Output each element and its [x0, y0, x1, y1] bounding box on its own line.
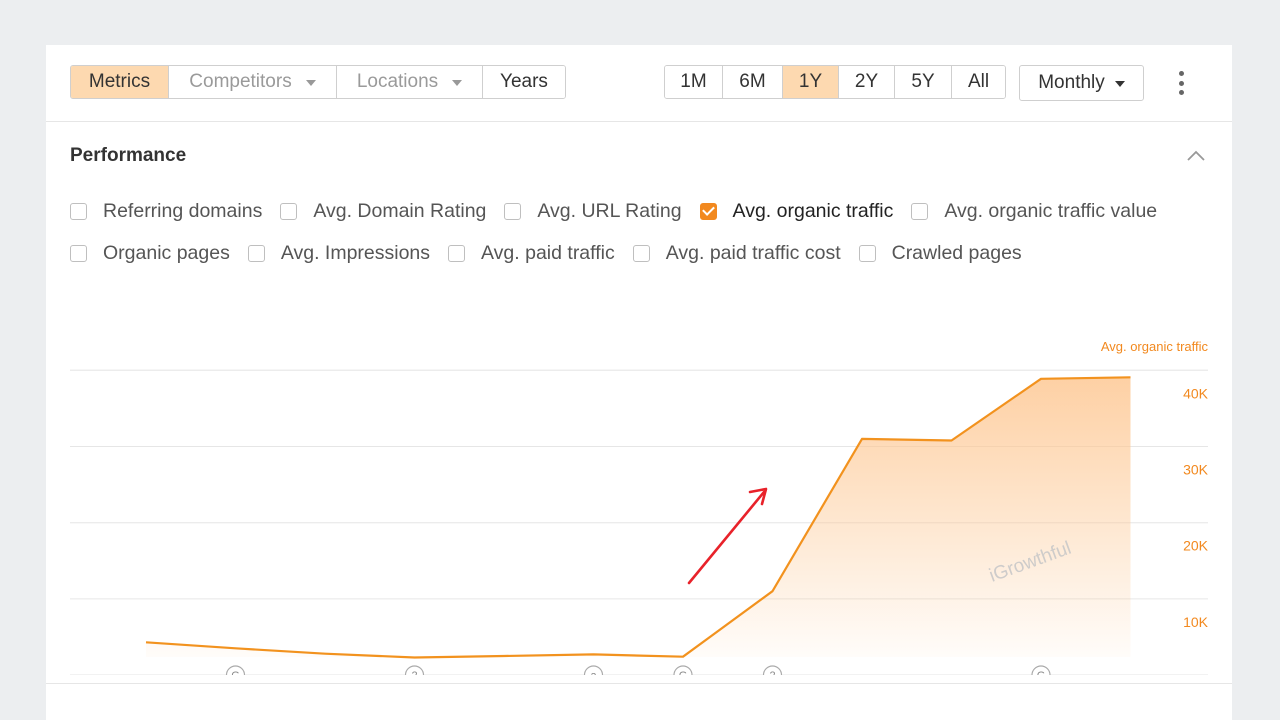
metric-checkbox-avg-paid-traffic[interactable]: Avg. paid traffic: [448, 242, 615, 265]
section-title: Performance: [70, 145, 187, 166]
chevron-down-icon: [305, 80, 316, 86]
event-marker-icon[interactable]: G: [1031, 665, 1051, 675]
metric-checkbox-referring-domains[interactable]: Referring domains: [70, 200, 262, 223]
tab-metrics[interactable]: Metrics: [71, 66, 169, 98]
interval-dropdown[interactable]: Monthly: [1019, 65, 1144, 101]
view-tabs: Metrics Competitors Locations Years: [70, 65, 566, 99]
metric-checkbox-avg-url-rating[interactable]: Avg. URL Rating: [504, 200, 682, 223]
range-5y-label: 5Y: [911, 71, 935, 92]
tab-locations-label: Locations: [356, 71, 439, 92]
more-options-icon[interactable]: [1174, 71, 1188, 95]
checkbox-box[interactable]: [280, 203, 298, 220]
toolbar: Metrics Competitors Locations Years 1M 6…: [46, 45, 1232, 122]
interval-dropdown-label: Monthly: [1038, 72, 1105, 93]
metric-label: Avg. paid traffic: [481, 242, 615, 264]
svg-text:G: G: [1037, 670, 1046, 675]
checkbox-box[interactable]: [448, 245, 466, 262]
checkbox-box[interactable]: [504, 203, 522, 220]
range-selector: 1M 6M 1Y 2Y 5Y All: [664, 65, 1006, 99]
svg-text:2: 2: [769, 670, 775, 675]
y-tick-label: 30K: [1183, 462, 1209, 478]
y-tick-label: 40K: [1183, 385, 1209, 401]
metric-label: Avg. URL Rating: [537, 200, 682, 222]
range-1y[interactable]: 1Y: [783, 66, 839, 98]
divider: [46, 683, 1232, 684]
metric-label: Avg. Impressions: [280, 242, 431, 264]
svg-text:G: G: [231, 670, 240, 675]
range-all-label: All: [967, 71, 990, 92]
checkbox-box[interactable]: [911, 203, 929, 220]
event-marker-icon[interactable]: G: [225, 665, 246, 675]
performance-card: Metrics Competitors Locations Years 1M 6…: [46, 45, 1232, 720]
metric-label: Organic pages: [103, 242, 230, 264]
chevron-down-icon: [452, 80, 463, 86]
range-6m[interactable]: 6M: [723, 66, 783, 98]
range-1m-label: 1M: [680, 71, 707, 92]
checkbox-box[interactable]: [632, 245, 650, 262]
range-all[interactable]: All: [952, 66, 1005, 98]
svg-text:a: a: [590, 670, 597, 675]
metric-checkbox-avg-organic-traffic[interactable]: Avg. organic traffic: [699, 200, 894, 223]
red-arrow-annotation: [687, 487, 768, 585]
range-1y-label: 1Y: [798, 71, 823, 92]
checkbox-checked-icon[interactable]: [699, 203, 717, 220]
checkbox-box[interactable]: [70, 203, 87, 220]
event-marker-icon[interactable]: G: [673, 665, 693, 675]
tab-competitors-label: Competitors: [189, 71, 292, 92]
event-marker-icon[interactable]: 2: [762, 665, 783, 675]
chevron-down-icon: [1114, 81, 1125, 87]
range-2y[interactable]: 2Y: [839, 66, 895, 98]
metric-checkbox-avg-paid-traffic-cost[interactable]: Avg. paid traffic cost: [632, 242, 841, 265]
tab-metrics-label: Metrics: [88, 71, 151, 92]
event-marker-icon[interactable]: 2: [404, 665, 425, 675]
metric-label: Referring domains: [103, 200, 263, 222]
checkbox-box[interactable]: [247, 245, 265, 262]
chevron-up-icon[interactable]: [1186, 149, 1206, 163]
tab-years[interactable]: Years: [483, 66, 565, 98]
range-6m-label: 6M: [739, 71, 766, 92]
checkbox-box[interactable]: [70, 245, 87, 262]
checkbox-box[interactable]: [858, 245, 876, 262]
range-1m[interactable]: 1M: [665, 66, 723, 98]
metric-checkbox-avg-domain-rating[interactable]: Avg. Domain Rating: [280, 200, 486, 223]
metric-label: Avg. paid traffic cost: [665, 242, 841, 264]
metric-checkbox-avg-impressions[interactable]: Avg. Impressions: [247, 242, 431, 265]
metric-checkboxes-row-2: Organic pages Avg. Impressions Avg. paid…: [70, 242, 1040, 265]
metric-label: Avg. Domain Rating: [313, 200, 487, 222]
metric-label: Avg. organic traffic: [732, 200, 894, 222]
metric-checkboxes-row-1: Referring domains Avg. Domain Rating Avg…: [70, 200, 1175, 223]
metric-label: Crawled pages: [891, 242, 1022, 264]
metric-checkbox-avg-organic-traffic-value[interactable]: Avg. organic traffic value: [911, 200, 1157, 223]
tab-years-label: Years: [500, 71, 548, 92]
y-axis-title: Avg. organic traffic: [1101, 339, 1209, 354]
range-2y-label: 2Y: [854, 71, 879, 92]
event-marker-icon[interactable]: a: [583, 665, 604, 675]
metric-checkbox-crawled-pages[interactable]: Crawled pages: [858, 242, 1022, 265]
svg-text:G: G: [679, 670, 688, 675]
traffic-chart: G2aG2G May 2024Jul 2024Sep 2024Nov 2024J…: [70, 339, 1209, 675]
metric-checkbox-organic-pages[interactable]: Organic pages: [70, 242, 230, 265]
range-5y[interactable]: 5Y: [895, 66, 952, 98]
metric-label: Avg. organic traffic value: [944, 200, 1158, 222]
svg-text:2: 2: [411, 670, 417, 675]
tab-locations[interactable]: Locations: [337, 66, 483, 98]
tab-competitors[interactable]: Competitors: [169, 66, 337, 98]
y-tick-label: 20K: [1183, 538, 1209, 554]
y-tick-label: 10K: [1183, 614, 1209, 630]
